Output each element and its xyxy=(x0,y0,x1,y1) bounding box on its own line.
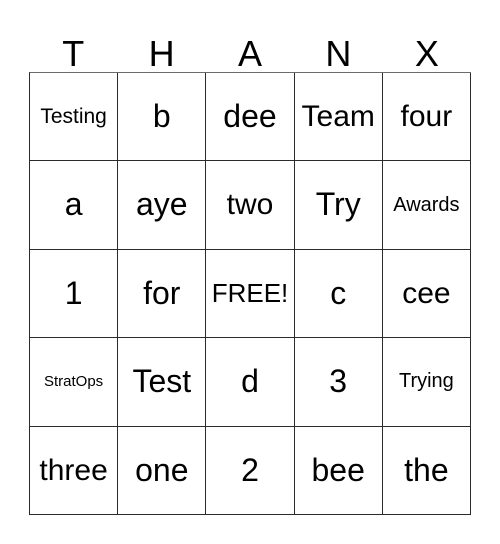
bingo-header-letter: X xyxy=(414,33,439,74)
bingo-header-cell-2: A xyxy=(206,22,294,72)
bingo-cell-label: Test xyxy=(132,363,192,400)
bingo-cell-r3-c2[interactable]: d xyxy=(206,338,295,427)
bingo-cell-label: Team xyxy=(301,99,375,133)
bingo-grid: Testing b dee Team four a aye two Try Awards 1 for F… xyxy=(29,72,471,515)
bingo-cell-label: Trying xyxy=(398,370,454,393)
bingo-cell-r2-c2[interactable]: FREE! xyxy=(206,249,295,339)
bingo-cell-r0-c1[interactable]: b xyxy=(118,73,207,162)
bingo-cell-label: bee xyxy=(311,451,365,488)
bingo-cell-r2-c3[interactable]: c xyxy=(294,249,383,339)
bingo-header-letter: A xyxy=(238,33,263,74)
bingo-cell-r2-c4[interactable]: cee xyxy=(382,249,471,339)
bingo-header-cell-3: N xyxy=(294,22,382,72)
bingo-cell-r1-c3[interactable]: Try xyxy=(294,161,383,250)
bingo-cell-label: c xyxy=(330,274,347,311)
bingo-cell-r1-c2[interactable]: two xyxy=(206,161,295,250)
bingo-cell-r0-c3[interactable]: Team xyxy=(294,73,383,162)
bingo-cell-label: the xyxy=(404,451,449,488)
bingo-cell-r0-c4[interactable]: four xyxy=(382,73,471,162)
bingo-cell-r3-c3[interactable]: 3 xyxy=(294,338,383,427)
bingo-cell-r1-c0[interactable]: a xyxy=(30,161,119,250)
bingo-cell-label: 2 xyxy=(241,451,259,488)
bingo-cell-label: FREE! xyxy=(211,277,289,308)
bingo-cell-r4-c2[interactable]: 2 xyxy=(206,426,295,515)
bingo-cell-label: 3 xyxy=(329,363,348,400)
bingo-cell-label: StratOps xyxy=(44,373,104,391)
bingo-header-cell-1: H xyxy=(117,22,205,72)
bingo-cell-r0-c0[interactable]: Testing xyxy=(30,73,119,162)
bingo-cell-r1-c1[interactable]: aye xyxy=(118,161,207,250)
bingo-cell-label: four xyxy=(400,99,453,133)
bingo-cell-label: Try xyxy=(315,186,361,223)
bingo-header-row: THANX xyxy=(29,22,471,72)
bingo-cell-label: Testing xyxy=(40,104,107,128)
bingo-cell-label: 1 xyxy=(64,274,83,311)
bingo-header-cell-0: T xyxy=(29,22,117,72)
bingo-cell-r3-c1[interactable]: Test xyxy=(118,338,207,427)
bingo-cell-label: aye xyxy=(135,186,188,223)
bingo-cell-label: d xyxy=(241,363,259,400)
bingo-cell-r4-c3[interactable]: bee xyxy=(294,426,383,515)
bingo-cell-r1-c4[interactable]: Awards xyxy=(382,161,471,250)
bingo-card: T H A N X Testing b dee Team four a aye two Try Award… xyxy=(0,0,500,544)
bingo-cell-label: dee xyxy=(223,97,277,134)
bingo-header-letter: N xyxy=(325,33,352,74)
bingo-cell-r4-c0[interactable]: three xyxy=(30,426,119,515)
bingo-cell-label: for xyxy=(143,274,181,311)
bingo-cell-r2-c1[interactable]: for xyxy=(118,249,207,339)
bingo-cell-r4-c4[interactable]: the xyxy=(382,426,471,515)
bingo-cell-label: three xyxy=(39,453,108,487)
bingo-cell-label: b xyxy=(152,97,171,134)
bingo-cell-label: one xyxy=(135,451,189,488)
bingo-header-letter: H xyxy=(148,33,175,74)
bingo-cell-r0-c2[interactable]: dee xyxy=(206,73,295,162)
bingo-cell-r2-c0[interactable]: 1 xyxy=(30,249,119,339)
bingo-cell-label: two xyxy=(226,188,274,222)
bingo-header-cell-4: X xyxy=(383,22,471,72)
bingo-cell-r3-c0[interactable]: StratOps xyxy=(30,338,119,427)
bingo-cell-r4-c1[interactable]: one xyxy=(118,426,207,515)
bingo-header-letter: T xyxy=(62,33,85,74)
bingo-cell-label: cee xyxy=(402,276,451,310)
bingo-cell-r3-c4[interactable]: Trying xyxy=(382,338,471,427)
bingo-cell-label: a xyxy=(64,186,83,223)
bingo-cell-label: Awards xyxy=(393,193,460,216)
